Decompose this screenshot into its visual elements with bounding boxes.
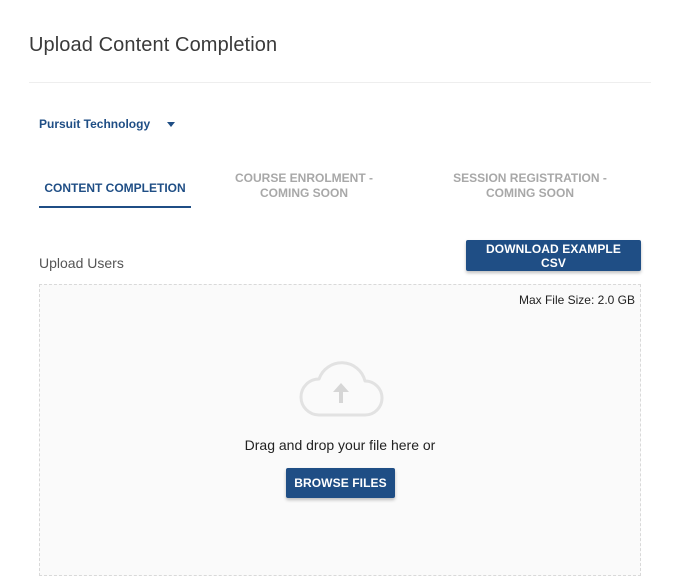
organization-select[interactable]: Pursuit Technology bbox=[39, 117, 176, 131]
tab-session-registration[interactable]: SESSION REGISTRATION - COMING SOON bbox=[429, 168, 631, 204]
upload-tabs: CONTENT COMPLETION COURSE ENROLMENT - CO… bbox=[39, 170, 641, 208]
browse-files-button[interactable]: BROWSE FILES bbox=[286, 468, 395, 498]
max-file-size-text: Max File Size: 2.0 GB bbox=[518, 293, 635, 307]
title-divider bbox=[29, 82, 651, 83]
organization-select-label: Pursuit Technology bbox=[39, 117, 151, 131]
drop-instructions: Drag and drop your file here or bbox=[244, 437, 436, 453]
tab-course-enrolment[interactable]: COURSE ENROLMENT - COMING SOON bbox=[209, 168, 399, 204]
cloud-upload-icon bbox=[299, 361, 384, 417]
download-example-csv-button[interactable]: DOWNLOAD EXAMPLE CSV bbox=[466, 240, 641, 271]
caret-down-icon bbox=[167, 121, 176, 127]
upload-users-label: Upload Users bbox=[39, 255, 124, 271]
tab-content-completion[interactable]: CONTENT COMPLETION bbox=[39, 170, 191, 208]
file-dropzone[interactable]: Max File Size: 2.0 GB Drag and drop your… bbox=[39, 284, 641, 576]
page-title: Upload Content Completion bbox=[29, 34, 278, 56]
